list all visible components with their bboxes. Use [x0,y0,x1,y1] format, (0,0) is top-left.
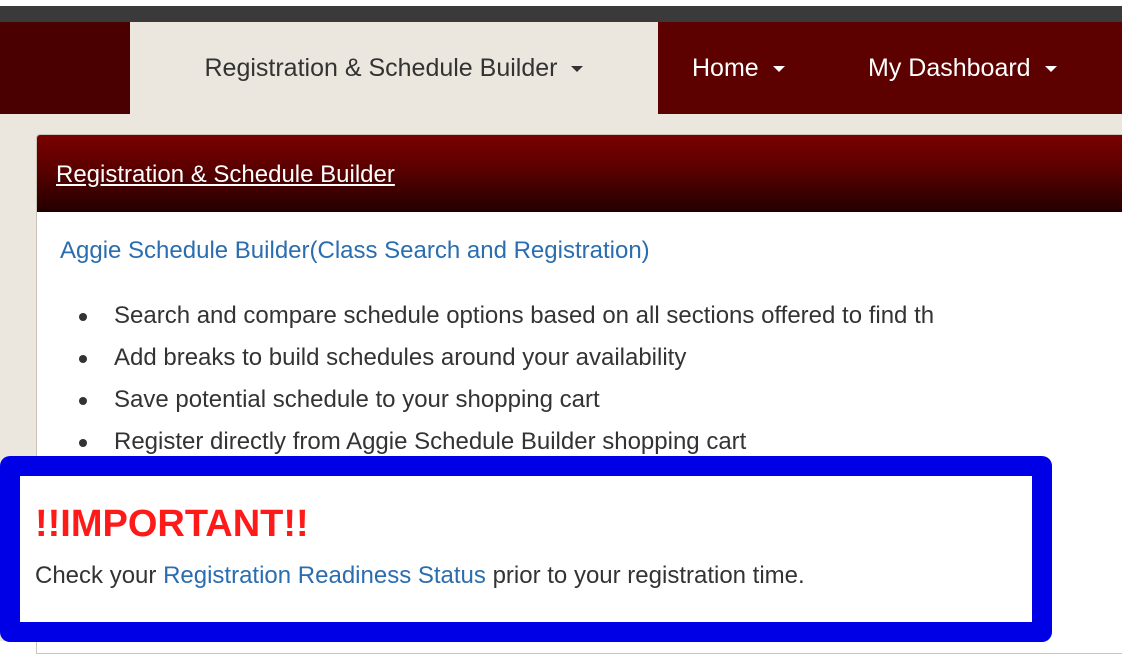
top-navigation: Registration & Schedule Builder Home My … [0,6,1122,114]
tab-label: Home [692,53,759,82]
caret-down-icon [571,66,584,72]
highlight-box [0,456,1052,642]
list-item: Save potential schedule to your shopping… [60,379,934,421]
caret-down-icon [1044,66,1057,72]
notice-text-before: Check your [35,562,164,589]
panel-header: Registration & Schedule Builder [37,135,1122,212]
registration-readiness-status-link[interactable]: Registration Readiness Status [163,562,486,589]
tab-label: Registration & Schedule Builder [204,53,558,82]
tab-label: My Dashboard [868,53,1031,82]
tab-registration-schedule-builder[interactable]: Registration & Schedule Builder [130,22,658,114]
list-item: Search and compare schedule options base… [60,295,934,337]
readiness-notice: Check your Registration Readiness Status… [35,562,805,590]
nav-left-block [0,22,130,114]
feature-list: Search and compare schedule options base… [60,295,934,463]
caret-down-icon [772,66,785,72]
notice-text-after: prior to your registration time. [485,562,805,589]
list-item: Add breaks to build schedules around you… [60,337,934,379]
aggie-schedule-builder-link[interactable]: Aggie Schedule Builder(Class Search and … [60,237,650,265]
panel-title-link[interactable]: Registration & Schedule Builder [56,161,395,189]
tab-home[interactable]: Home [692,22,785,114]
important-heading: !!IMPORTANT!! [35,503,309,545]
tab-my-dashboard[interactable]: My Dashboard [868,22,1057,114]
